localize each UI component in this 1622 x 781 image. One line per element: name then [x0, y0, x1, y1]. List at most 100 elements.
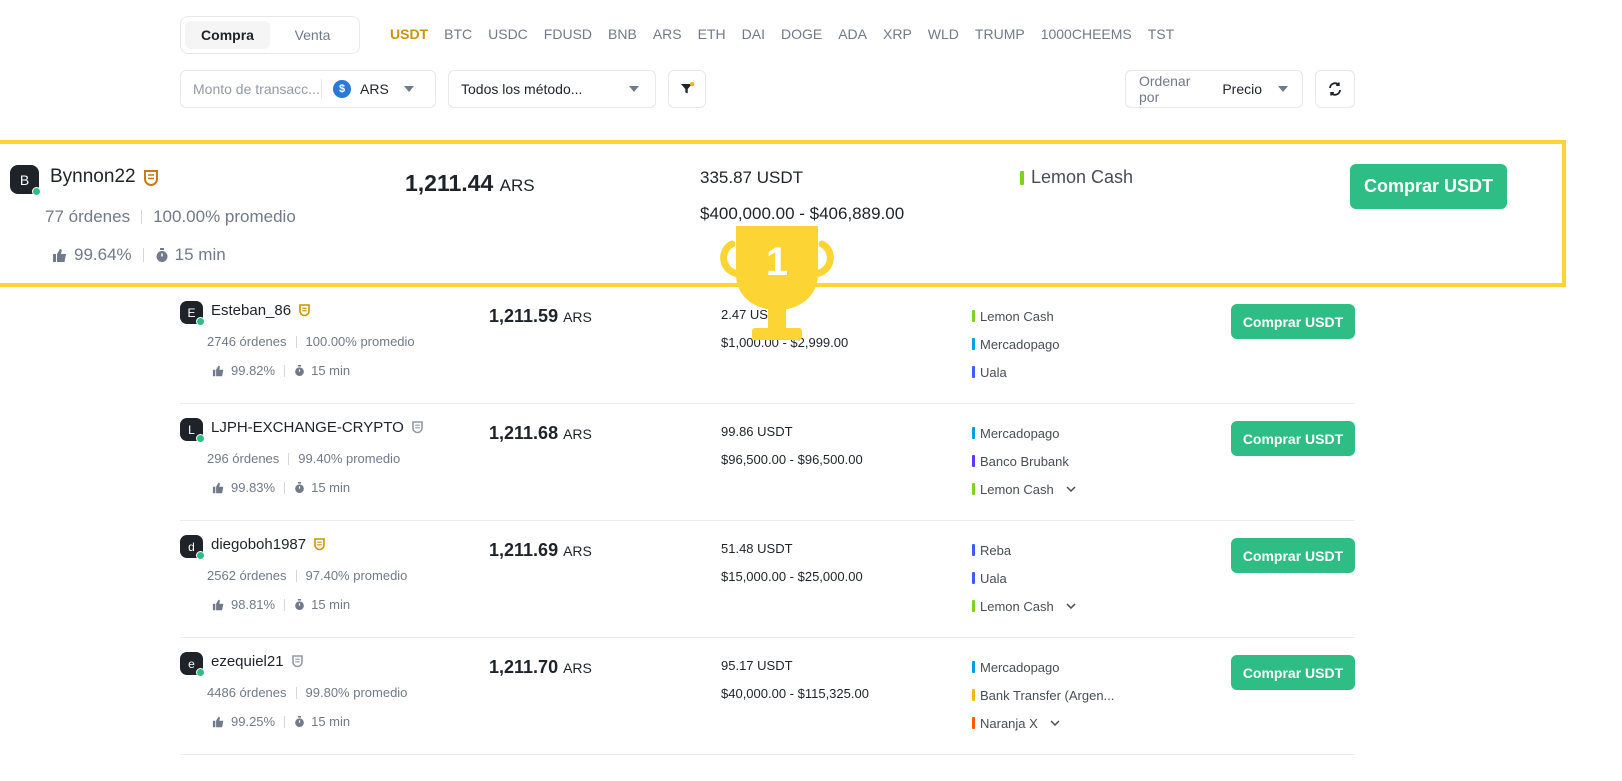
chevron-down-icon[interactable]: [1050, 720, 1060, 726]
merchant-stats: 4486 órdenes 99.80% promedio: [207, 685, 407, 700]
buy-button[interactable]: Comprar USDT: [1231, 655, 1355, 690]
order-count: 2746 órdenes: [207, 334, 287, 349]
payment-methods: Mercadopago Banco Brubank Lemon Cash: [972, 419, 1076, 503]
thumbs-up-icon: [212, 716, 224, 727]
caret-down-icon[interactable]: [404, 86, 414, 92]
asset-tab-ada[interactable]: ADA: [838, 25, 867, 43]
asset-tab-tst[interactable]: TST: [1148, 25, 1174, 43]
asset-tab-dai[interactable]: DAI: [742, 25, 765, 43]
refresh-button[interactable]: [1315, 70, 1355, 108]
asset-tab-wld[interactable]: WLD: [928, 25, 959, 43]
payment-method-select[interactable]: Todos los método...: [448, 70, 656, 108]
amount-input[interactable]: [181, 81, 321, 97]
asset-tab-xrp[interactable]: XRP: [883, 25, 912, 43]
payment-time: 15 min: [311, 597, 351, 612]
asset-tab-btc[interactable]: BTC: [444, 25, 472, 43]
divider: [295, 686, 297, 699]
payment-method-name: Uala: [980, 364, 1007, 380]
payment-method-name: Lemon Cash: [980, 481, 1054, 497]
buy-button[interactable]: Comprar USDT: [1231, 538, 1355, 573]
asset-tab-ars[interactable]: ARS: [653, 25, 682, 43]
payment-time: 15 min: [311, 363, 351, 378]
dollar-coin-icon: $: [333, 80, 351, 98]
payment-method-name: Banco Brubank: [980, 453, 1069, 469]
merchant-meta: 99.82% 15 min: [212, 363, 350, 378]
price-value: 1,211.44: [405, 170, 494, 196]
asset-tab-bnb[interactable]: BNB: [608, 25, 637, 43]
avatar-letter: e: [188, 656, 195, 671]
offer-row: d diegoboh1987 2562 órdenes 97.40% promedio…: [180, 521, 1355, 638]
merchant-name[interactable]: LJPH-EXCHANGE-CRYPTO: [211, 419, 404, 436]
avatar: e: [180, 652, 205, 677]
divider: [295, 569, 297, 582]
divider: [284, 598, 286, 611]
asset-tab-fdusd[interactable]: FDUSD: [544, 25, 592, 43]
asset-tab-1000cheems[interactable]: 1000CHEEMS: [1041, 25, 1132, 43]
buy-button[interactable]: Comprar USDT: [1231, 304, 1355, 339]
merchant-name[interactable]: Bynnon22: [50, 166, 136, 188]
offer-row: L LJPH-EXCHANGE-CRYPTO 296 órdenes 99.40% p…: [180, 404, 1355, 521]
sort-value: Precio: [1222, 81, 1262, 97]
timer-icon: [295, 716, 304, 727]
divider: [288, 452, 290, 465]
sort-label: Ordenar por: [1139, 73, 1191, 105]
funnel-icon: [681, 82, 695, 94]
chevron-down-icon[interactable]: [1066, 603, 1076, 609]
payment-method-name: Reba: [980, 542, 1012, 558]
asset-tab-eth[interactable]: ETH: [698, 25, 726, 43]
payment-method: Mercadopago: [972, 419, 1076, 447]
avatar-letter: E: [187, 305, 196, 320]
asset-tab-trump[interactable]: TRUMP: [975, 25, 1025, 43]
payment-method-color-bar: [972, 483, 975, 495]
payment-time: 15 min: [311, 714, 351, 729]
merchant-meta: 98.81% 15 min: [212, 597, 350, 612]
payment-methods: Reba Uala Lemon Cash: [972, 536, 1076, 620]
positive-rating: 99.64%: [74, 245, 132, 264]
divider: [284, 364, 286, 377]
fiat-select-value[interactable]: ARS: [360, 81, 404, 97]
payment-method: Uala: [972, 564, 1076, 592]
price-unit: ARS: [563, 543, 592, 559]
payment-method: Uala: [972, 358, 1060, 386]
avatar: B: [10, 165, 41, 196]
payment-method-name: Mercadopago: [980, 659, 1060, 675]
payment-method-color-bar: [972, 717, 975, 729]
divider: [284, 481, 286, 494]
order-count: 4486 órdenes: [207, 685, 287, 700]
payment-method: Lemon Cash: [972, 475, 1076, 503]
tab-buy[interactable]: Compra: [185, 21, 270, 49]
thumbs-up-icon: [212, 482, 224, 493]
completion-rate: 99.80% promedio: [305, 685, 408, 700]
merchant-name[interactable]: diegoboh1987: [211, 536, 306, 553]
thumbs-up-icon: [53, 248, 66, 262]
asset-tab-usdt[interactable]: USDT: [390, 25, 428, 43]
merchant-name[interactable]: Esteban_86: [211, 302, 291, 319]
order-limit: $40,000.00 - $115,325.00: [721, 686, 869, 701]
payment-method-color-bar: [972, 544, 975, 556]
merchant-stats: 2746 órdenes 100.00% promedio: [207, 334, 415, 349]
price-unit: ARS: [563, 426, 592, 442]
asset-tab-doge[interactable]: DOGE: [781, 25, 822, 43]
merchant-badge-icon: [314, 538, 325, 551]
merchant-name-wrap: ezequiel21: [211, 653, 303, 670]
avatar: d: [180, 535, 205, 560]
payment-method-name: Mercadopago: [980, 425, 1060, 441]
tab-sell[interactable]: Venta: [270, 21, 355, 49]
payment-method-name: Lemon Cash: [980, 598, 1054, 614]
available-amount: 51.48 USDT: [721, 541, 793, 556]
merchant-stats: 77 órdenes 100.00% promedio: [45, 207, 296, 227]
merchant-name[interactable]: ezequiel21: [211, 653, 284, 670]
filter-button[interactable]: [668, 70, 706, 108]
chevron-down-icon[interactable]: [1066, 486, 1076, 492]
asset-tab-usdc[interactable]: USDC: [488, 25, 528, 43]
merchant-meta: 99.25% 15 min: [212, 714, 350, 729]
buy-button[interactable]: Comprar USDT: [1350, 164, 1507, 209]
sort-select[interactable]: Ordenar por Precio: [1125, 70, 1303, 108]
amount-filter: $ ARS: [180, 70, 436, 108]
offer-price: 1,211.70 ARS: [489, 657, 592, 678]
completion-rate: 100.00% promedio: [305, 334, 415, 349]
merchant-name-wrap: diegoboh1987: [211, 536, 325, 553]
positive-rating: 98.81%: [231, 597, 276, 612]
avatar-letter: L: [188, 422, 195, 437]
buy-button[interactable]: Comprar USDT: [1231, 421, 1355, 456]
